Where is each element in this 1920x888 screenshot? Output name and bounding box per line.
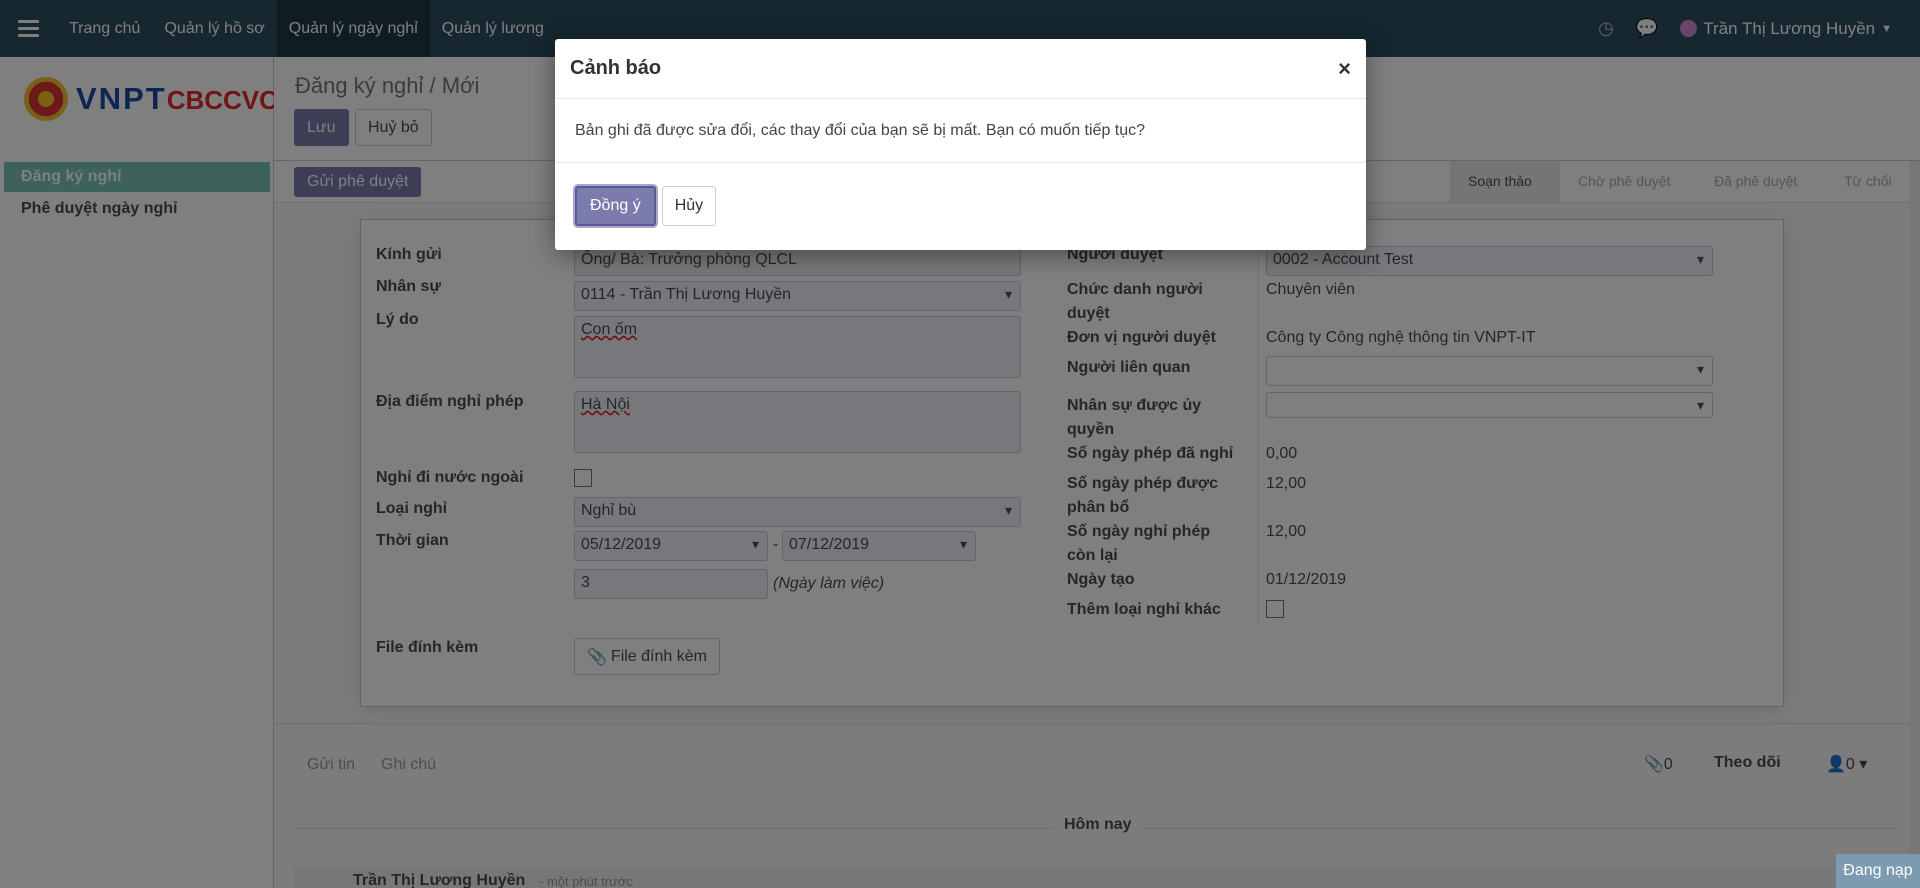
warning-dialog: Cảnh báo × Bản ghi đã được sửa đổi, các … [555,39,1366,250]
cancel-button[interactable]: Hủy [661,186,717,226]
close-icon[interactable]: × [1338,56,1351,82]
confirm-button[interactable]: Đồng ý [575,186,656,226]
dialog-message: Bản ghi đã được sửa đổi, các thay đổi củ… [555,99,1366,163]
dialog-title: Cảnh báo [570,57,662,79]
loading-indicator: Đang nạp [1836,854,1920,888]
